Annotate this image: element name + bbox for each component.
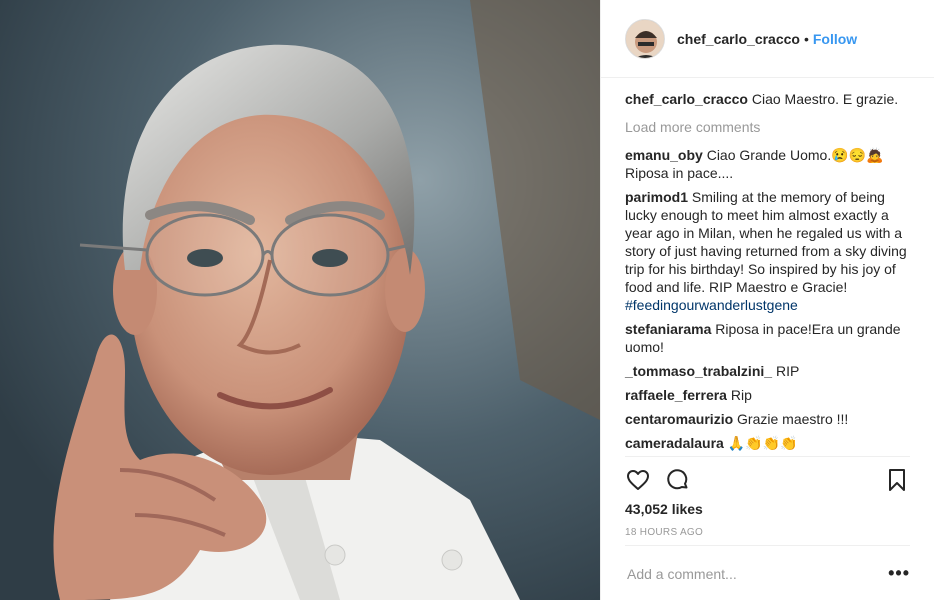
avatar[interactable]: [625, 18, 665, 59]
comment-item: _tommaso_trabalzini_ RIP: [625, 362, 910, 380]
comment-hashtag-link[interactable]: #feedingourwanderlustgene: [625, 297, 798, 313]
caption-text: Ciao Maestro. E grazie.: [751, 91, 899, 107]
comment-input[interactable]: [625, 564, 889, 583]
add-comment-bar: •••: [625, 545, 910, 601]
comment-username[interactable]: raffaele_ferrera: [625, 387, 727, 403]
follow-button[interactable]: Follow: [813, 31, 857, 47]
post-header: chef_carlo_cracco • Follow: [601, 0, 934, 78]
comment-username[interactable]: emanu_oby: [625, 147, 703, 163]
instagram-post: chef_carlo_cracco • Follow chef_carlo_cr…: [0, 0, 934, 600]
comment-username[interactable]: parimod1: [625, 189, 688, 205]
load-more-comments-button[interactable]: Load more comments: [625, 118, 910, 136]
comments-list: chef_carlo_cracco Ciao Maestro. E grazie…: [601, 78, 934, 452]
comment-item: stefaniarama Riposa in pace!Era un grand…: [625, 320, 910, 356]
post-photo-illustration: [0, 0, 600, 600]
comment-item: emanu_oby Ciao Grande Uomo.😢😔🙇 Riposa in…: [625, 146, 910, 182]
post-photo[interactable]: [0, 0, 600, 600]
post-timestamp[interactable]: 18 HOURS AGO: [625, 527, 703, 538]
likes-count[interactable]: 43,052 likes: [625, 501, 703, 517]
more-options-icon[interactable]: •••: [888, 563, 910, 584]
header-username[interactable]: chef_carlo_cracco: [677, 31, 800, 47]
heart-icon[interactable]: [625, 467, 651, 493]
comment-item: cameradalaura 🙏👏👏👏: [625, 434, 910, 452]
comment-text: RIP: [775, 363, 800, 379]
bookmark-icon[interactable]: [884, 467, 910, 493]
comment-item: raffaele_ferrera Rip: [625, 386, 910, 404]
comment-item: parimod1 Smiling at the memory of being …: [625, 188, 910, 314]
avatar-image: [626, 19, 664, 58]
comment-text: 🙏👏👏👏: [727, 435, 798, 451]
comment-text: Rip: [730, 387, 752, 403]
comment-username[interactable]: centaromaurizio: [625, 411, 733, 427]
comment-username[interactable]: _tommaso_trabalzini_: [625, 363, 772, 379]
comment-icon[interactable]: [665, 467, 691, 493]
action-bar: [625, 456, 910, 503]
comment-username[interactable]: stefaniarama: [625, 321, 711, 337]
comment-item: centaromaurizio Grazie maestro !!!: [625, 410, 910, 428]
caption-username[interactable]: chef_carlo_cracco: [625, 91, 748, 107]
comment-text: Grazie maestro !!!: [737, 411, 849, 427]
post-caption: chef_carlo_cracco Ciao Maestro. E grazie…: [625, 90, 910, 108]
post-sidebar: chef_carlo_cracco • Follow chef_carlo_cr…: [600, 0, 934, 600]
comment-username[interactable]: cameradalaura: [625, 435, 724, 451]
header-separator: •: [803, 30, 809, 47]
